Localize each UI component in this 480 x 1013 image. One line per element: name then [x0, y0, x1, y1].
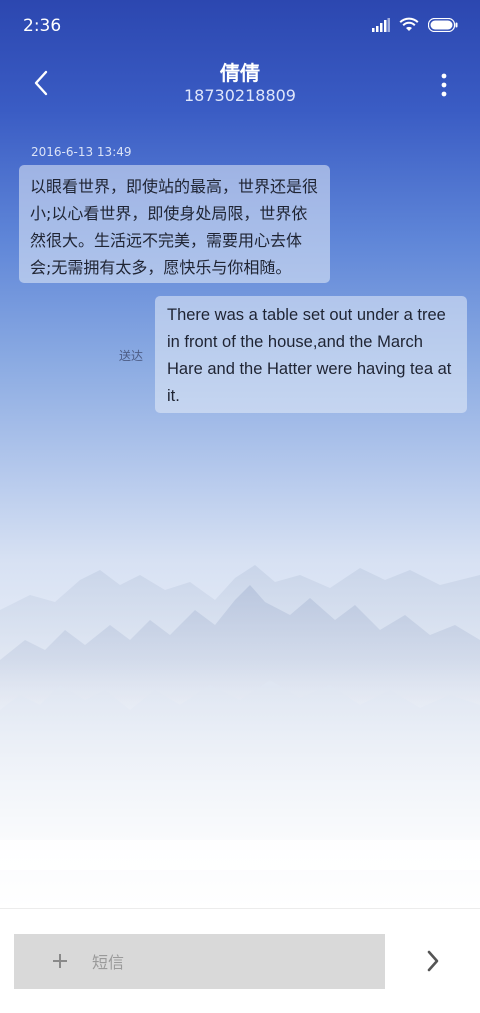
status-bar: 2:36	[0, 0, 480, 52]
status-time: 2:36	[23, 16, 62, 36]
mountain-wallpaper	[0, 565, 480, 870]
composer-box	[14, 934, 385, 989]
chevron-right-icon	[427, 950, 439, 972]
chevron-left-icon	[34, 70, 48, 96]
messaging-screen: 2:36 倩倩 18730218809 2016-6-13 13:49 以眼看世…	[0, 0, 480, 1013]
conversation-header: 倩倩 18730218809	[0, 52, 480, 116]
contact-name: 倩倩	[220, 61, 260, 85]
signal-icon	[372, 17, 390, 36]
plus-icon	[53, 954, 67, 968]
add-attachment-button[interactable]	[47, 948, 73, 974]
sms-input[interactable]	[90, 944, 374, 980]
outgoing-message-text: There was a table set out under a tree i…	[167, 306, 452, 405]
battery-icon	[427, 17, 458, 36]
outgoing-message-bubble[interactable]: There was a table set out under a tree i…	[155, 296, 467, 413]
status-icons	[372, 17, 458, 36]
back-button[interactable]	[24, 66, 58, 100]
message-timestamp: 2016-6-13 13:49	[31, 145, 132, 159]
more-vertical-icon	[441, 73, 447, 97]
delivery-status: 送达	[119, 349, 144, 363]
incoming-message-text: 以眼看世界，即使站的最高，世界还是很小;以心看世界，即使身处局限，世界依然很大。…	[30, 177, 319, 277]
send-button[interactable]	[418, 946, 448, 976]
composer-bar	[0, 908, 480, 1013]
incoming-message-bubble[interactable]: 以眼看世界，即使站的最高，世界还是很小;以心看世界，即使身处局限，世界依然很大。…	[19, 165, 330, 283]
more-options-button[interactable]	[434, 70, 454, 100]
contact-phone-number: 18730218809	[184, 86, 296, 105]
wifi-icon	[399, 17, 419, 36]
contact-info[interactable]: 倩倩 18730218809	[90, 60, 390, 106]
